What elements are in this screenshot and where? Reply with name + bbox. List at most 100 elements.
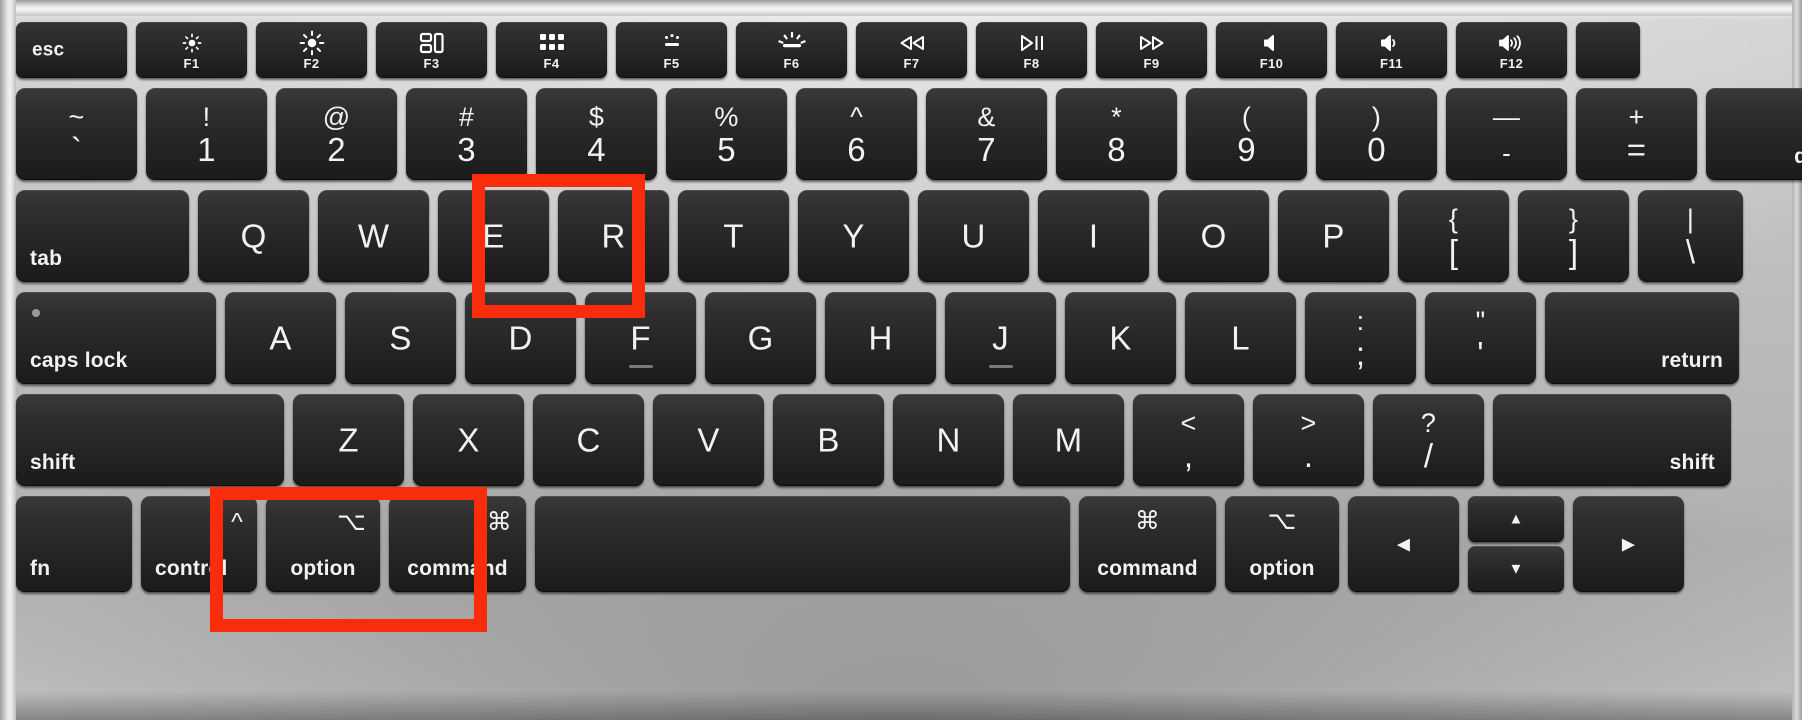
key-l[interactable]: L (1185, 292, 1296, 384)
key-2[interactable]: @ 2 (276, 88, 397, 180)
key-n[interactable]: N (893, 394, 1004, 486)
function-key-row: esc F1 F2 F3 F4 F5 F6 F7 F8 F9 F10 F11 F… (16, 22, 1640, 78)
key-shift-left-label: shift (30, 451, 76, 474)
key-4-base-label: 4 (587, 131, 606, 168)
key-equal-base-label: = (1626, 131, 1647, 168)
key-6-base-label: 6 (847, 131, 866, 168)
key-f3[interactable]: F3 (376, 22, 487, 78)
key-c-label: C (576, 421, 601, 459)
key-x[interactable]: X (413, 394, 524, 486)
key-esc[interactable]: esc (16, 22, 127, 78)
key-control[interactable]: ^ control (141, 496, 257, 592)
key-f9[interactable]: F9 (1096, 22, 1207, 78)
key-t[interactable]: T (678, 190, 789, 282)
key-f10[interactable]: F10 (1216, 22, 1327, 78)
number-key-row: ~ ` ! 1 @ 2 # 3 $ 4 % 5 ^ 6 & 7 * 8 (9 … (16, 88, 1802, 180)
key-y[interactable]: Y (798, 190, 909, 282)
key-f12[interactable]: F12 (1456, 22, 1567, 78)
key-f12-label: F12 (1499, 56, 1524, 71)
key-shift-right[interactable]: shift (1493, 394, 1731, 486)
key-m-label: M (1054, 421, 1083, 459)
key-f4[interactable]: F4 (496, 22, 607, 78)
key-f8[interactable]: F8 (976, 22, 1087, 78)
key-9-base-label: 9 (1237, 131, 1256, 168)
key-0[interactable]: ) 0 (1316, 88, 1437, 180)
key-5[interactable]: % 5 (666, 88, 787, 180)
key-f1[interactable]: F1 (136, 22, 247, 78)
key-a[interactable]: A (225, 292, 336, 384)
key-c[interactable]: C (533, 394, 644, 486)
key-quote-base-label: ' (1477, 335, 1484, 372)
key-s[interactable]: S (345, 292, 456, 384)
key-f5[interactable]: F5 (616, 22, 727, 78)
key-e[interactable]: E (438, 190, 549, 282)
key-8[interactable]: * 8 (1056, 88, 1177, 180)
key-v[interactable]: V (653, 394, 764, 486)
key-fn[interactable]: fn (16, 496, 132, 592)
key-o[interactable]: O (1158, 190, 1269, 282)
key-command-right[interactable]: ⌘ command (1079, 496, 1216, 592)
key-b[interactable]: B (773, 394, 884, 486)
key-f11[interactable]: F11 (1336, 22, 1447, 78)
key-equal[interactable]: + = (1576, 88, 1697, 180)
key-slash-base-label: / (1423, 437, 1434, 474)
key-return[interactable]: return (1545, 292, 1739, 384)
key-4[interactable]: $ 4 (536, 88, 657, 180)
key-6[interactable]: ^ 6 (796, 88, 917, 180)
key-g[interactable]: G (705, 292, 816, 384)
key-caps-lock-label: caps lock (30, 349, 128, 372)
key-i[interactable]: I (1038, 190, 1149, 282)
key-comma-shift-label: < (1180, 408, 1197, 438)
key-delete[interactable]: delete (1706, 88, 1802, 180)
key-7[interactable]: & 7 (926, 88, 1047, 180)
key-9[interactable]: ( 9 (1186, 88, 1307, 180)
key-p[interactable]: P (1278, 190, 1389, 282)
key-arrow-up[interactable]: ▲ (1468, 496, 1564, 542)
key-r[interactable]: R (558, 190, 669, 282)
key-f6[interactable]: F6 (736, 22, 847, 78)
key-tab[interactable]: tab (16, 190, 189, 282)
brightness-up-icon (256, 30, 367, 56)
key-option-left[interactable]: ⌥ option (266, 496, 380, 592)
key-4-shift-label: $ (588, 102, 605, 132)
key-f[interactable]: F (585, 292, 696, 384)
key-slash[interactable]: ? / (1373, 394, 1484, 486)
key-shift-left[interactable]: shift (16, 394, 284, 486)
key-f7[interactable]: F7 (856, 22, 967, 78)
key-quote[interactable]: " ' (1425, 292, 1536, 384)
key-j[interactable]: J (945, 292, 1056, 384)
key-command-left[interactable]: ⌘ command (389, 496, 526, 592)
key-arrow-left[interactable]: ◀ (1348, 496, 1459, 592)
key-bracket-right[interactable]: } ] (1518, 190, 1629, 282)
control-symbol-icon: ^ (231, 508, 243, 536)
key-bracket-left[interactable]: { [ (1398, 190, 1509, 282)
modifier-key-row: fn ^ control ⌥ option ⌘ command ⌘ comman… (16, 496, 1684, 592)
key-arrow-right[interactable]: ▶ (1573, 496, 1684, 592)
key-d[interactable]: D (465, 292, 576, 384)
key-h[interactable]: H (825, 292, 936, 384)
key-r-label: R (601, 217, 626, 255)
key-1[interactable]: ! 1 (146, 88, 267, 180)
qwerty-key-row: tab Q W E R T Y U I O P {[}] | \ (16, 190, 1743, 282)
key-q[interactable]: Q (198, 190, 309, 282)
key-comma[interactable]: < , (1133, 394, 1244, 486)
key-w[interactable]: W (318, 190, 429, 282)
key-power-touchid[interactable] (1576, 22, 1640, 78)
key-arrow-down[interactable]: ▼ (1468, 546, 1564, 592)
key-8-base-label: 8 (1107, 131, 1126, 168)
key-period[interactable]: > . (1253, 394, 1364, 486)
key-caps-lock[interactable]: caps lock (16, 292, 216, 384)
key-3[interactable]: # 3 (406, 88, 527, 180)
key-z[interactable]: Z (293, 394, 404, 486)
key-option-right[interactable]: ⌥ option (1225, 496, 1339, 592)
key-k[interactable]: K (1065, 292, 1176, 384)
key-semicolon[interactable]: : ; (1305, 292, 1416, 384)
key-backslash[interactable]: | \ (1638, 190, 1743, 282)
key-space[interactable] (535, 496, 1070, 592)
key-3-shift-label: # (458, 102, 475, 132)
key-u[interactable]: U (918, 190, 1029, 282)
key-m[interactable]: M (1013, 394, 1124, 486)
key-f2[interactable]: F2 (256, 22, 367, 78)
key-grave[interactable]: ~ ` (16, 88, 137, 180)
key-minus[interactable]: — - (1446, 88, 1567, 180)
